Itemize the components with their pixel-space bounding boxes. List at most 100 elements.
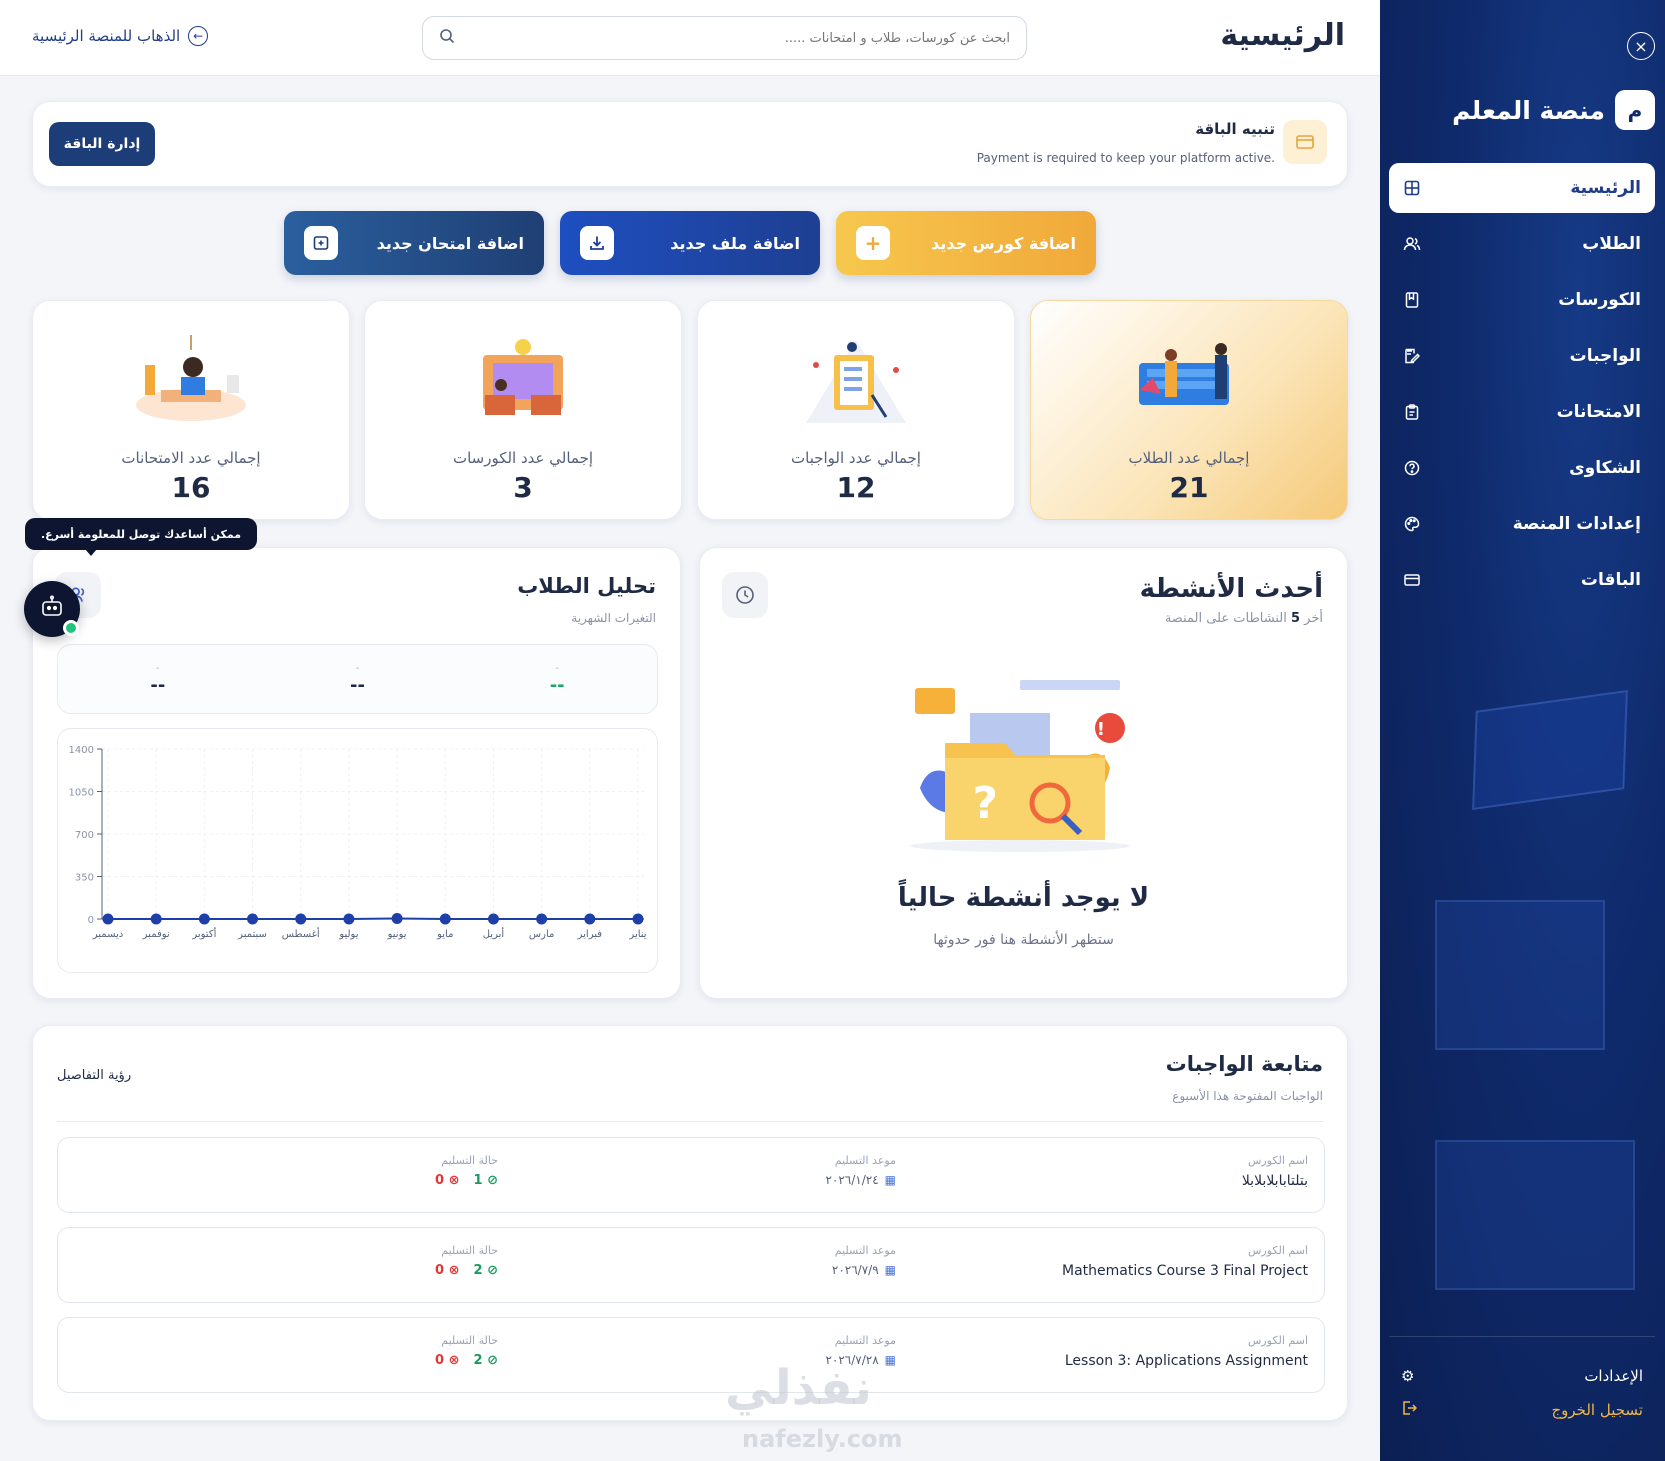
y-tick-label: 700 [75,830,94,841]
latest-activities-card: أحدث الأنشطة أخر 5 النشاطات على المنصة ?… [699,547,1348,999]
homework-row[interactable]: اسم الكورس بتلتابابلابلابلا موعد التسليم… [57,1137,1325,1213]
sidebar-item-label: الباقات [1580,570,1641,590]
missing-value: 0 [435,1263,445,1278]
download-icon [580,226,614,260]
x-circle-icon: ⊗ [448,1263,460,1278]
x-tick-label: يوليو [338,929,358,940]
students-chart: 0 350 700 1050 1400 يناير فبراير مارس أبريل مايو ي… [57,728,658,973]
activities-subtitle-suffix: النشاطات على المنصة [1164,611,1287,626]
submitted-count: ⊘ 1 [474,1173,498,1188]
homework-row[interactable]: اسم الكورس Lesson 3: Applications Assign… [57,1317,1325,1393]
submitted-value: 2 [473,1263,483,1278]
stat-card-students[interactable]: إجمالي عدد الطلاب 21 [1030,300,1348,520]
y-tick-label: 1400 [69,745,94,756]
x-tick-label: فبراير [577,929,603,940]
metric-value: -- [350,674,365,696]
settings-link[interactable]: الإعدادات ⚙ [1389,1359,1655,1393]
logout-label: تسجيل الخروج [1551,1401,1643,1419]
y-tick-label: 0 [88,915,94,926]
stat-card-exams[interactable]: إجمالي عدد الامتحانات 16 [32,300,350,520]
data-point [295,913,307,925]
data-point [343,913,355,925]
homework-row[interactable]: اسم الكورس Mathematics Course 3 Final Pr… [57,1227,1325,1303]
status-cell: حالة التسليم ⊘ 2 ⊗ 0 [435,1334,498,1368]
column-label: حالة التسليم [441,1154,498,1167]
add-course-button[interactable]: اضافة كورس جديد + [836,211,1096,275]
manage-package-button[interactable]: إدارة الباقة [49,122,155,166]
x-tick-label: سبتمبر [237,929,267,940]
sidebar-item-platform-settings[interactable]: إعدادات المنصة [1389,499,1655,549]
sidebar-item-label: إعدادات المنصة [1512,514,1641,534]
sidebar-item-label: الرئيسية [1570,178,1641,198]
column-label: موعد التسليم [834,1244,896,1257]
go-home-link[interactable]: ← الذهاب للمنصة الرئيسية [32,26,209,46]
sidebar-item-students[interactable]: الطلاب [1389,219,1655,269]
stat-card-homework[interactable]: إجمالي عدد الواجبات 12 [697,300,1015,520]
course-name-cell: اسم الكورس Mathematics Course 3 Final Pr… [1062,1244,1308,1279]
add-exam-button[interactable]: اضافة امتحان جديد [284,211,544,275]
y-tick-label: 350 [75,873,94,884]
divider [57,1121,1323,1122]
stat-value: 3 [513,471,533,504]
calendar-icon: ▦ [884,1173,896,1187]
data-point [439,913,451,925]
calendar-icon: ▦ [884,1353,896,1367]
metric-item: - -- [259,663,457,696]
monthly-metrics: - -- - -- - -- [57,644,658,714]
logout-link[interactable]: تسجيل الخروج [1389,1393,1655,1427]
alert-title: تنبيه الباقة [1195,120,1275,138]
student-analysis-card: تحليل الطلاب التغيرات الشهرية - -- - -- … [32,547,681,999]
sidebar-item-home[interactable]: الرئيسية [1389,163,1655,213]
search-input[interactable] [490,30,1010,46]
submitted-value: 1 [473,1173,483,1188]
clock-icon[interactable] [722,572,768,618]
sidebar-item-exams[interactable]: الامتحانات [1389,387,1655,437]
x-tick-label: ديسمبر [92,929,123,940]
data-point [391,913,403,925]
column-label: حالة التسليم [441,1334,498,1347]
stat-label: إجمالي عدد الكورسات [452,449,594,467]
search-box[interactable] [422,16,1027,60]
check-circle-icon: ⊘ [487,1173,498,1188]
x-tick-label: مارس [529,929,554,940]
stat-value: 12 [836,471,876,504]
online-status-dot [63,620,79,636]
users-icon [1403,235,1421,253]
view-details-link[interactable]: رؤية التفاصيل [57,1068,131,1083]
homework-tracking-card: متابعة الواجبات الواجبات المفتوحة هذا ال… [32,1025,1348,1421]
course-name-cell: اسم الكورس Lesson 3: Applications Assign… [1065,1334,1308,1369]
homework-title: متابعة الواجبات [1165,1052,1323,1076]
watermark-url: nafezly.com [742,1425,903,1453]
column-label: موعد التسليم [834,1334,896,1347]
data-point [487,913,499,925]
data-point [536,913,548,925]
data-point [198,913,210,925]
missing-value: 0 [435,1353,445,1368]
brand: م منصة المعلم [1452,90,1655,130]
course-name: بتلتابابلابلابلا [1241,1173,1308,1189]
logout-icon [1401,1400,1418,1420]
x-tick-label: مايو [436,929,453,940]
assistant-tooltip: ممكن أساعدك توصل للمعلومة أسرع. [25,518,257,556]
stat-value: 21 [1169,471,1209,504]
stat-label: إجمالي عدد الطلاب [1128,449,1250,467]
sidebar-item-complaints[interactable]: الشكاوى [1389,443,1655,493]
stat-label: إجمالي عدد الواجبات [791,449,921,467]
sidebar-item-packages[interactable]: الباقات [1389,555,1655,605]
sidebar-item-homework[interactable]: الواجبات [1389,331,1655,381]
sidebar-item-courses[interactable]: الكورسات [1389,275,1655,325]
metric-value: -- [150,674,166,696]
check-circle-icon: ⊘ [487,1263,498,1278]
close-sidebar-button[interactable]: × [1627,32,1655,60]
due-date: ٢٠٢٦/٧/٩ [831,1263,879,1277]
close-icon: × [1634,36,1648,56]
column-label: اسم الكورس [1248,1154,1308,1167]
add-file-button[interactable]: اضافة ملف جديد [560,211,820,275]
line-chart-svg: 0 350 700 1050 1400 يناير فبراير مارس أبريل مايو ي… [69,745,647,940]
activities-subtitle-prefix: أخر [1304,611,1323,626]
sidebar-item-label: الشكاوى [1569,458,1641,478]
metric-caption: - [355,662,360,674]
exams-illustration [136,335,246,421]
add-file-label: اضافة ملف جديد [670,233,800,253]
stat-card-courses[interactable]: إجمالي عدد الكورسات 3 [364,300,682,520]
